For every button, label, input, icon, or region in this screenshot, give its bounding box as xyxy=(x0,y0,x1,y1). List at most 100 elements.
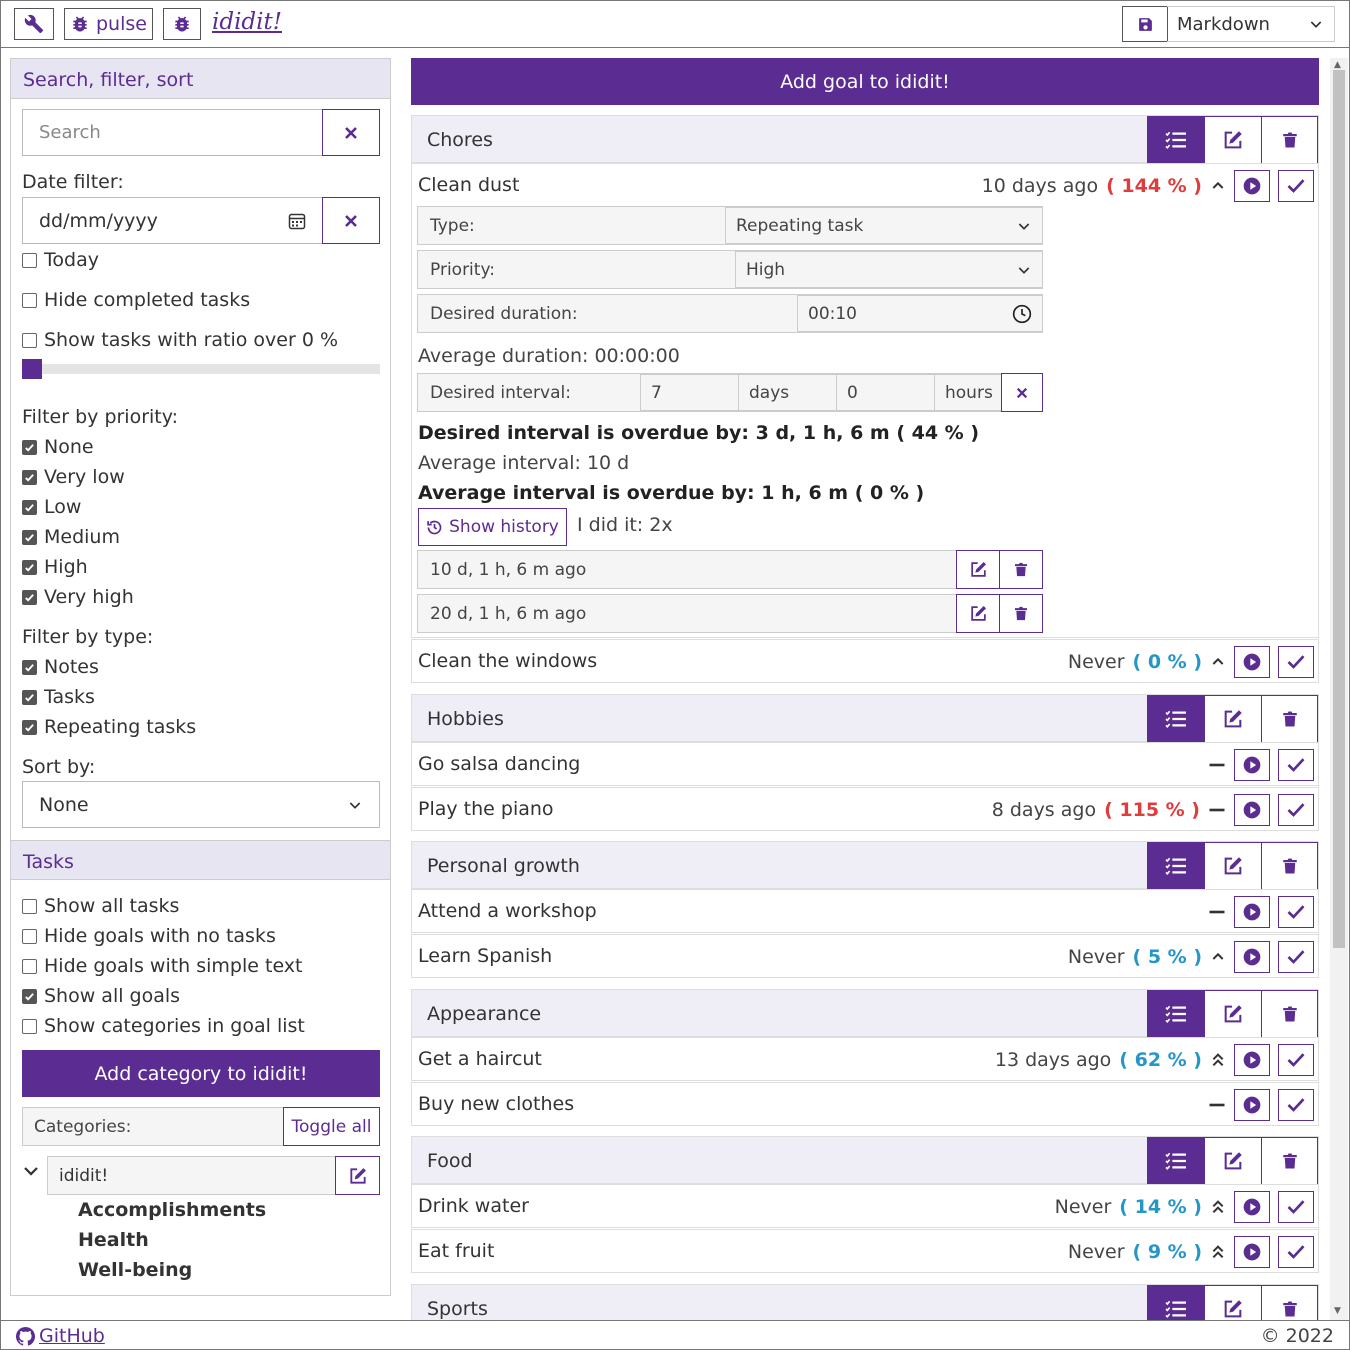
ratio-slider[interactable] xyxy=(22,364,380,374)
double-chevron-up-icon[interactable] xyxy=(1210,1243,1226,1261)
edit-history-button[interactable] xyxy=(956,550,1000,589)
start-timer-button[interactable] xyxy=(1234,646,1270,678)
type-checkbox[interactable]: Notes xyxy=(22,656,99,678)
goal-name[interactable]: Learn Spanish xyxy=(418,945,552,967)
edit-category-button[interactable] xyxy=(1204,116,1261,164)
add-goal-button[interactable]: Add goal to ididit! xyxy=(411,58,1319,105)
goal-name[interactable]: Get a haircut xyxy=(418,1048,542,1070)
edit-history-button[interactable] xyxy=(956,594,1000,633)
delete-history-button[interactable] xyxy=(999,594,1043,633)
goal-name[interactable]: Eat fruit xyxy=(418,1240,494,1262)
mark-done-button[interactable] xyxy=(1278,749,1314,781)
scrollbar[interactable]: ▲ ▼ xyxy=(1330,58,1348,1320)
task-option-checkbox[interactable]: Hide goals with simple text xyxy=(22,955,303,977)
pulse-button[interactable]: pulse xyxy=(64,8,153,40)
add-category-button[interactable]: Add category to ididit! xyxy=(22,1050,380,1097)
clear-date-button[interactable] xyxy=(322,197,380,244)
mark-done-button[interactable] xyxy=(1278,646,1314,678)
mark-done-button[interactable] xyxy=(1278,1044,1314,1076)
start-timer-button[interactable] xyxy=(1234,1191,1270,1223)
priority-checkbox[interactable]: Very low xyxy=(22,466,125,488)
checkbox-box[interactable] xyxy=(22,1018,37,1034)
checkbox-box[interactable] xyxy=(22,332,37,348)
show-history-button[interactable]: Show history xyxy=(418,508,567,546)
checkbox-box[interactable] xyxy=(22,898,37,914)
edit-category-button[interactable] xyxy=(1204,842,1261,890)
minus-icon[interactable] xyxy=(1208,904,1226,920)
toggle-tasks-button[interactable] xyxy=(1147,1137,1204,1185)
debug-button[interactable] xyxy=(163,8,201,40)
delete-category-button[interactable] xyxy=(1261,116,1318,164)
type-select[interactable]: Repeating task xyxy=(725,207,1043,244)
mark-done-button[interactable] xyxy=(1278,941,1314,973)
edit-category-button[interactable] xyxy=(1204,1137,1261,1185)
toggle-tasks-button[interactable] xyxy=(1147,990,1204,1038)
type-checkbox[interactable]: Repeating tasks xyxy=(22,716,196,738)
mark-done-button[interactable] xyxy=(1278,794,1314,826)
priority-checkbox[interactable]: Very high xyxy=(22,586,134,608)
start-timer-button[interactable] xyxy=(1234,1044,1270,1076)
checkbox-box[interactable] xyxy=(22,928,37,944)
checkbox-box[interactable] xyxy=(22,958,37,974)
goal-name[interactable]: Clean the windows xyxy=(418,650,597,672)
brand-logo[interactable]: ididit! xyxy=(212,9,282,35)
interval-hours-input[interactable]: 0 xyxy=(836,374,935,411)
edit-category-button[interactable] xyxy=(1204,990,1261,1038)
task-option-checkbox[interactable]: Show categories in goal list xyxy=(22,1015,305,1037)
clear-interval-button[interactable] xyxy=(1001,373,1043,412)
checkbox-box[interactable] xyxy=(22,252,37,268)
mark-done-button[interactable] xyxy=(1278,1236,1314,1268)
start-timer-button[interactable] xyxy=(1234,896,1270,928)
collapse-category-button[interactable] xyxy=(22,1162,40,1185)
task-option-checkbox[interactable]: Hide goals with no tasks xyxy=(22,925,276,947)
goal-name[interactable]: Buy new clothes xyxy=(418,1093,574,1115)
edit-category-button[interactable] xyxy=(1204,1285,1261,1320)
toggle-tasks-button[interactable] xyxy=(1147,695,1204,743)
minus-icon[interactable] xyxy=(1208,757,1226,773)
checkbox-box[interactable] xyxy=(22,499,37,515)
settings-button[interactable] xyxy=(14,8,54,40)
delete-category-button[interactable] xyxy=(1261,990,1318,1038)
subcategory-item[interactable]: Accomplishments xyxy=(78,1199,266,1221)
subcategory-item[interactable]: Well-being xyxy=(78,1259,192,1281)
mark-done-button[interactable] xyxy=(1278,896,1314,928)
duration-input[interactable]: 00:10 xyxy=(797,295,1043,332)
save-button[interactable] xyxy=(1122,6,1168,42)
format-select[interactable]: Markdown xyxy=(1167,6,1335,42)
double-chevron-up-icon[interactable] xyxy=(1210,1051,1226,1069)
ratio-checkbox[interactable]: Show tasks with ratio over 0 % xyxy=(22,329,338,351)
checkbox-box[interactable] xyxy=(22,659,37,675)
task-option-checkbox[interactable]: Show all goals xyxy=(22,985,180,1007)
goal-name[interactable]: Attend a workshop xyxy=(418,900,597,922)
chevron-up-icon[interactable] xyxy=(1210,178,1226,194)
checkbox-box[interactable] xyxy=(22,529,37,545)
clear-search-button[interactable] xyxy=(322,109,380,156)
toggle-tasks-button[interactable] xyxy=(1147,842,1204,890)
minus-icon[interactable] xyxy=(1208,802,1226,818)
goal-name[interactable]: Clean dust xyxy=(418,174,519,196)
checkbox-box[interactable] xyxy=(22,719,37,735)
goal-name[interactable]: Go salsa dancing xyxy=(418,753,580,775)
clock-icon[interactable] xyxy=(1012,304,1032,324)
priority-select[interactable]: High xyxy=(735,251,1043,288)
scroll-down-arrow[interactable]: ▼ xyxy=(1334,1306,1341,1316)
start-timer-button[interactable] xyxy=(1234,1089,1270,1121)
checkbox-box[interactable] xyxy=(22,469,37,485)
delete-history-button[interactable] xyxy=(999,550,1043,589)
calendar-icon[interactable] xyxy=(288,212,306,230)
goal-name[interactable]: Drink water xyxy=(418,1195,529,1217)
chevron-up-icon[interactable] xyxy=(1210,654,1226,670)
sort-select[interactable]: None xyxy=(22,781,380,828)
start-timer-button[interactable] xyxy=(1234,170,1270,202)
goal-name[interactable]: Play the piano xyxy=(418,798,554,820)
delete-category-button[interactable] xyxy=(1261,695,1318,743)
toggle-tasks-button[interactable] xyxy=(1147,116,1204,164)
hide-completed-checkbox[interactable]: Hide completed tasks xyxy=(22,289,250,311)
double-chevron-up-icon[interactable] xyxy=(1210,1198,1226,1216)
date-input[interactable]: dd/mm/yyyy xyxy=(22,197,323,244)
scrollbar-thumb[interactable] xyxy=(1333,70,1345,948)
checkbox-box[interactable] xyxy=(22,589,37,605)
start-timer-button[interactable] xyxy=(1234,749,1270,781)
mark-done-button[interactable] xyxy=(1278,1191,1314,1223)
delete-category-button[interactable] xyxy=(1261,842,1318,890)
